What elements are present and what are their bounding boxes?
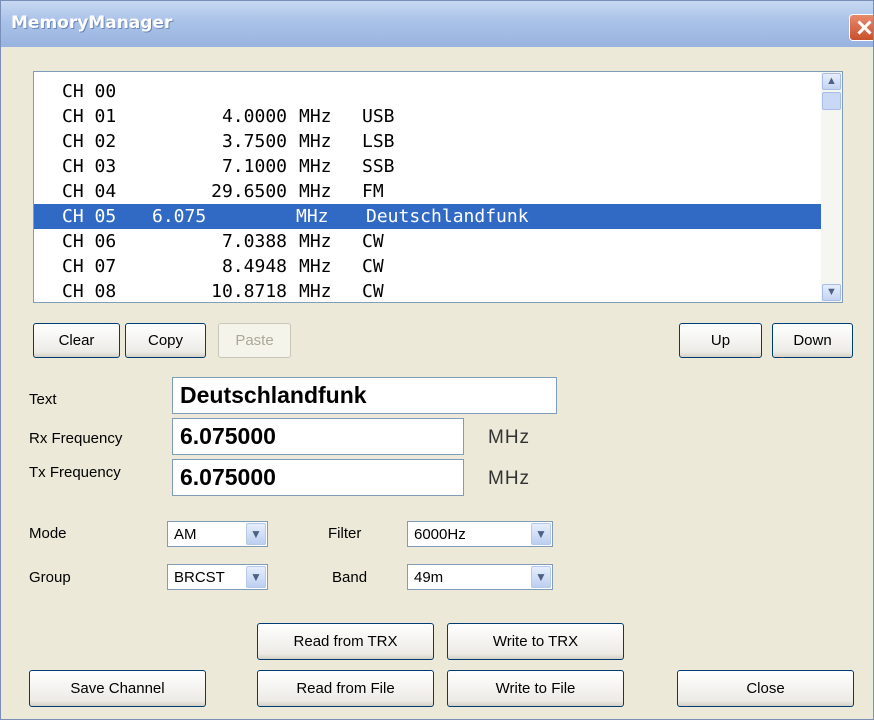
channel-frequency: 29.6500: [211, 181, 287, 202]
scroll-down-icon[interactable]: ▼: [822, 284, 841, 301]
channel-unit: MHz: [299, 281, 332, 302]
rx-frequency-input[interactable]: 6.075000: [172, 418, 464, 455]
up-button[interactable]: Up: [679, 323, 762, 358]
channel-row[interactable]: CH 05 6.075 MHz Deutschlandfunk: [34, 204, 822, 229]
channel-frequency: 7.0388: [221, 231, 287, 252]
channel-mode: SSB: [362, 156, 395, 177]
copy-button[interactable]: Copy: [125, 323, 206, 358]
rx-unit-label: MHz: [488, 427, 531, 448]
channel-row[interactable]: CH 06 7.0388 MHz CW: [34, 229, 822, 254]
channel-number: CH 01: [62, 106, 117, 127]
channel-number: CH 00: [62, 81, 117, 102]
paste-button[interactable]: Paste: [218, 323, 291, 358]
channel-mode: CW: [362, 231, 384, 252]
tx-unit-label: MHz: [488, 468, 531, 489]
text-label: Text: [29, 391, 57, 408]
filter-value: 6000Hz: [414, 526, 466, 543]
memory-manager-window: MemoryManager CH 00 CH 01 4.0000 MHz USB CH 0…: [0, 0, 874, 720]
channel-list[interactable]: CH 00 CH 01 4.0000 MHz USB CH 02 3.7500 MHz LSB C…: [33, 71, 843, 303]
save-channel-button[interactable]: Save Channel: [29, 670, 206, 707]
channel-mode: CW: [362, 281, 384, 302]
channel-unit: MHz: [299, 131, 332, 152]
chevron-down-icon[interactable]: ▼: [531, 566, 551, 588]
channel-unit: MHz: [299, 231, 332, 252]
channel-frequency: 4.0000: [221, 106, 287, 127]
clear-button[interactable]: Clear: [33, 323, 120, 358]
text-input[interactable]: Deutschlandfunk: [172, 377, 557, 414]
rx-frequency-label: Rx Frequency: [29, 430, 123, 447]
channel-number: CH 03: [62, 156, 117, 177]
channel-frequency: 3.7500: [221, 131, 287, 152]
close-button[interactable]: Close: [677, 670, 854, 707]
channel-mode: Deutschlandfunk: [366, 206, 529, 227]
group-value: BRCST: [174, 569, 225, 586]
channel-frequency: 6.075: [152, 206, 207, 227]
channel-unit: MHz: [299, 106, 332, 127]
tx-frequency-input[interactable]: 6.075000: [172, 459, 464, 496]
channel-frequency: 7.1000: [221, 156, 287, 177]
down-button[interactable]: Down: [772, 323, 853, 358]
channel-unit: MHz: [299, 181, 332, 202]
band-select[interactable]: 49m ▼: [407, 564, 553, 590]
channel-mode: FM: [362, 181, 384, 202]
channel-mode: LSB: [362, 131, 395, 152]
channel-number: CH 04: [62, 181, 117, 202]
close-icon[interactable]: [849, 14, 873, 41]
band-label: Band: [332, 569, 368, 586]
channel-number: CH 05: [62, 206, 117, 227]
group-select[interactable]: BRCST ▼: [167, 564, 268, 590]
channel-row[interactable]: CH 04 29.6500 MHz FM: [34, 179, 822, 204]
channel-frequency: 8.4948: [221, 256, 287, 277]
channel-frequency: 10.8718: [211, 281, 287, 302]
filter-label: Filter: [328, 525, 362, 542]
channel-number: CH 06: [62, 231, 117, 252]
scrollbar-thumb[interactable]: [822, 92, 841, 110]
mode-select[interactable]: AM ▼: [167, 521, 268, 547]
scroll-up-icon[interactable]: ▲: [822, 73, 841, 90]
title-bar: MemoryManager: [1, 1, 873, 47]
chevron-down-icon[interactable]: ▼: [246, 523, 266, 545]
chevron-down-icon[interactable]: ▼: [246, 566, 266, 588]
channel-unit: MHz: [296, 206, 329, 227]
channel-row[interactable]: CH 02 3.7500 MHz LSB: [34, 129, 822, 154]
mode-value: AM: [174, 526, 197, 543]
channel-number: CH 07: [62, 256, 117, 277]
channel-mode: CW: [362, 256, 384, 277]
chevron-down-icon[interactable]: ▼: [531, 523, 551, 545]
channel-number: CH 08: [62, 281, 117, 302]
band-value: 49m: [414, 569, 444, 586]
tx-frequency-label: Tx Frequency: [29, 464, 121, 481]
channel-row[interactable]: CH 03 7.1000 MHz SSB: [34, 154, 822, 179]
channel-number: CH 02: [62, 131, 117, 152]
channel-row[interactable]: CH 00: [34, 79, 822, 104]
mode-label: Mode: [29, 525, 67, 542]
write-to-trx-button[interactable]: Write to TRX: [447, 623, 624, 660]
channel-mode: USB: [362, 106, 395, 127]
group-label: Group: [29, 569, 71, 586]
filter-select[interactable]: 6000Hz ▼: [407, 521, 553, 547]
vertical-scrollbar[interactable]: ▲ ▼: [821, 72, 842, 302]
channel-row[interactable]: CH 08 10.8718 MHz CW: [34, 279, 822, 302]
read-from-file-button[interactable]: Read from File: [257, 670, 434, 707]
channel-row[interactable]: CH 07 8.4948 MHz CW: [34, 254, 822, 279]
channel-unit: MHz: [299, 156, 332, 177]
window-title: MemoryManager: [11, 13, 173, 33]
channel-row[interactable]: CH 01 4.0000 MHz USB: [34, 104, 822, 129]
channel-unit: MHz: [299, 256, 332, 277]
write-to-file-button[interactable]: Write to File: [447, 670, 624, 707]
read-from-trx-button[interactable]: Read from TRX: [257, 623, 434, 660]
